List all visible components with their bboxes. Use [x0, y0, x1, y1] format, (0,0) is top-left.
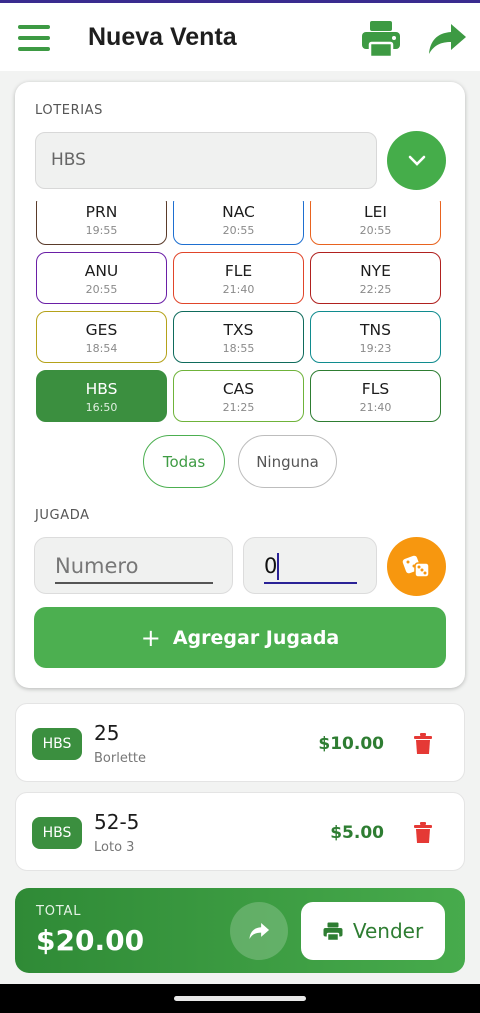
sale-form-card: LOTERIAS HBS PRN 19:55 NAC 20:55 LEI 20:55 ANU… [15, 82, 465, 688]
lottery-chip-time: 19:55 [85, 224, 118, 237]
amount-value: 0 [264, 554, 278, 578]
plus-icon: + [140, 623, 161, 652]
lottery-chip-time: 21:40 [359, 401, 392, 414]
lottery-chip-time: 18:55 [222, 342, 255, 355]
select-all-button[interactable]: Todas [143, 435, 225, 488]
lottery-chip-cas[interactable]: CAS 21:25 [173, 370, 304, 422]
lottery-chip-fle[interactable]: FLE 21:40 [173, 252, 304, 304]
lottery-chip-time: 21:25 [222, 401, 255, 414]
total-value: $20.00 [36, 924, 145, 957]
page-title: Nueva Venta [88, 23, 237, 51]
lottery-chip-time: 20:55 [359, 224, 392, 237]
play-number: 52-5 [94, 810, 140, 834]
lottery-chip-time: 21:40 [222, 283, 255, 296]
total-bar: TOTAL $20.00 Vender [15, 888, 465, 973]
lottery-chip-code: CAS [222, 380, 255, 398]
amount-input[interactable]: 0 [243, 537, 377, 594]
lottery-chip-txs[interactable]: TXS 18:55 [173, 311, 304, 363]
lottery-chip-code: GES [85, 321, 118, 339]
lottery-chip-time: 18:54 [85, 342, 118, 355]
lottery-chip-prn[interactable]: PRN 19:55 [36, 201, 167, 245]
lottery-chip-code: HBS [85, 380, 118, 398]
lottery-chip-code: FLS [361, 380, 390, 398]
select-none-button[interactable]: Ninguna [238, 435, 337, 488]
share-icon[interactable] [427, 22, 467, 56]
play-amount: $10.00 [318, 734, 384, 754]
system-nav-bar [0, 984, 480, 1013]
delete-icon[interactable] [414, 822, 432, 844]
loteria-select[interactable]: HBS [35, 132, 377, 189]
lottery-chip-time: 22:25 [359, 283, 392, 296]
lottery-badge: HBS [32, 728, 82, 760]
lottery-chip-hbs[interactable]: HBS 16:50 [36, 370, 167, 422]
print-icon [323, 922, 343, 941]
play-game: Borlette [94, 751, 147, 766]
lottery-chip-code: PRN [85, 203, 118, 221]
dropdown-toggle-button[interactable] [387, 131, 446, 190]
lottery-chip-fls[interactable]: FLS 21:40 [310, 370, 441, 422]
lottery-chip-code: TNS [360, 321, 391, 339]
numero-placeholder: Numero [55, 554, 139, 578]
lottery-chip-tns[interactable]: TNS 19:23 [310, 311, 441, 363]
lottery-chip-code: NAC [222, 203, 255, 221]
jugada-label: JUGADA [35, 508, 90, 523]
lottery-chip-time: 20:55 [222, 224, 255, 237]
share-ticket-button[interactable] [230, 902, 288, 960]
numero-input[interactable]: Numero [34, 537, 233, 594]
lottery-chip-code: FLE [224, 262, 253, 280]
lottery-chip-time: 20:55 [85, 283, 118, 296]
play-list-item: HBS 52-5 Loto 3 $5.00 [15, 792, 465, 871]
lottery-chip-nye[interactable]: NYE 22:25 [310, 252, 441, 304]
total-label: TOTAL [36, 904, 82, 919]
lottery-chip-lei[interactable]: LEI 20:55 [310, 201, 441, 245]
lottery-chip-code: TXS [223, 321, 254, 339]
chevron-down-icon [408, 155, 425, 166]
lottery-badge: HBS [32, 817, 82, 849]
share-icon [249, 923, 270, 939]
play-game: Loto 3 [94, 840, 135, 855]
loterias-label: LOTERIAS [35, 103, 103, 118]
text-cursor [277, 553, 279, 580]
delete-icon[interactable] [414, 733, 432, 755]
home-indicator[interactable] [174, 996, 306, 1001]
lottery-chip-code: LEI [363, 203, 387, 221]
app-bar: Nueva Venta [0, 3, 480, 71]
play-amount: $5.00 [330, 823, 384, 843]
loteria-chip-grid: PRN 19:55 NAC 20:55 LEI 20:55 ANU 20:55 FLE 21:40… [35, 201, 445, 422]
lottery-chip-time: 16:50 [85, 401, 118, 414]
sell-button[interactable]: Vender [301, 902, 445, 960]
lottery-chip-nac[interactable]: NAC 20:55 [173, 201, 304, 245]
sell-label: Vender [352, 919, 424, 943]
lottery-chip-ges[interactable]: GES 18:54 [36, 311, 167, 363]
print-icon[interactable] [361, 20, 401, 58]
dice-icon [402, 555, 430, 578]
play-number: 25 [94, 721, 120, 745]
play-list-item: HBS 25 Borlette $10.00 [15, 703, 465, 782]
add-play-button[interactable]: + Agregar Jugada [34, 607, 446, 668]
menu-icon[interactable] [18, 25, 50, 51]
add-play-label: Agregar Jugada [172, 626, 340, 649]
lottery-chip-time: 19:23 [359, 342, 392, 355]
lottery-chip-code: ANU [84, 262, 119, 280]
lottery-chip-anu[interactable]: ANU 20:55 [36, 252, 167, 304]
lottery-chip-code: NYE [360, 262, 391, 280]
random-number-button[interactable] [387, 537, 446, 596]
